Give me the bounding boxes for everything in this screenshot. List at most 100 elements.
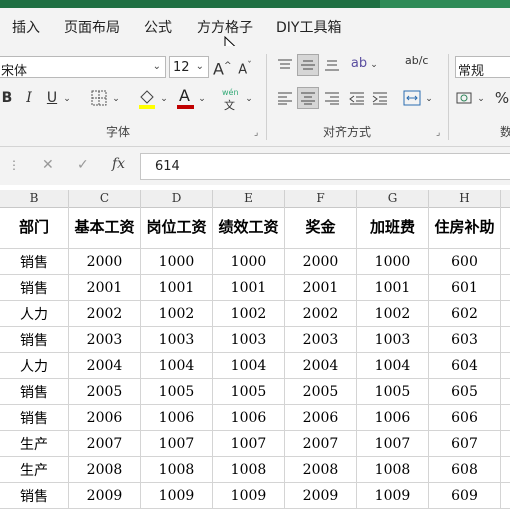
table-cell[interactable]: 2007 <box>285 431 357 457</box>
table-cell[interactable]: 1007 <box>213 431 285 457</box>
table-header-cell[interactable]: 绩效工资 <box>213 207 285 249</box>
chevron-down-icon[interactable]: ⌄ <box>424 89 434 109</box>
table-cell[interactable]: 2003 <box>285 327 357 353</box>
table-cell[interactable]: 1003 <box>141 327 213 353</box>
border-icon[interactable] <box>91 90 107 106</box>
table-cell[interactable]: 2003 <box>69 327 141 353</box>
table-cell[interactable]: 1005 <box>357 379 429 405</box>
chevron-down-icon[interactable]: ⌄ <box>244 89 254 109</box>
table-cell[interactable]: 1002 <box>357 301 429 327</box>
chevron-down-icon[interactable]: ⌄ <box>476 89 486 109</box>
table-cell[interactable]: 2004 <box>285 353 357 379</box>
table-cell[interactable]: 销售 <box>0 249 69 275</box>
wrap-text-button[interactable]: ab/c <box>404 54 428 76</box>
table-cell[interactable]: 销售 <box>0 275 69 301</box>
tab-ffcell[interactable]: 方方格子 <box>197 17 253 37</box>
formula-input[interactable]: 614 <box>140 153 510 180</box>
table-cell[interactable]: 生产 <box>0 431 69 457</box>
column-header-g[interactable]: G <box>357 190 429 207</box>
table-cell[interactable]: 2004 <box>69 353 141 379</box>
column-header-b[interactable]: B <box>0 190 69 207</box>
column-header-e[interactable]: E <box>213 190 285 207</box>
table-cell[interactable]: 2002 <box>285 301 357 327</box>
chevron-down-icon[interactable]: ⌄ <box>111 89 121 109</box>
chevron-down-icon[interactable]: ⌄ <box>369 55 379 75</box>
table-cell[interactable]: 销售 <box>0 379 69 405</box>
table-cell[interactable]: 2009 <box>285 483 357 509</box>
align-bottom-icon[interactable] <box>324 58 340 72</box>
empty-cell[interactable] <box>501 405 510 431</box>
table-cell[interactable]: 1008 <box>213 457 285 483</box>
empty-cell[interactable] <box>501 249 510 275</box>
number-format-select[interactable]: 常规 <box>455 56 510 79</box>
table-cell[interactable]: 1005 <box>213 379 285 405</box>
table-cell[interactable]: 608 <box>429 457 501 483</box>
insert-function-icon[interactable]: fx <box>112 156 125 172</box>
table-cell[interactable]: 2000 <box>285 249 357 275</box>
table-cell[interactable]: 2000 <box>69 249 141 275</box>
tab-diy-toolbox[interactable]: DIY工具箱 <box>276 17 341 37</box>
table-cell[interactable]: 1006 <box>141 405 213 431</box>
accounting-format-icon[interactable] <box>456 90 476 106</box>
grow-font-icon[interactable]: A^ <box>213 56 232 79</box>
table-cell[interactable]: 1007 <box>141 431 213 457</box>
tab-page-layout[interactable]: 页面布局 <box>64 17 120 37</box>
table-header-cell[interactable]: 基本工资 <box>69 207 141 249</box>
empty-cell[interactable] <box>501 301 510 327</box>
table-cell[interactable]: 1004 <box>357 353 429 379</box>
phonetic-guide-button[interactable]: wén 文 <box>222 88 244 112</box>
table-cell[interactable]: 1008 <box>357 457 429 483</box>
column-header-c[interactable]: C <box>69 190 141 207</box>
align-middle-button[interactable] <box>297 54 319 76</box>
shrink-font-icon[interactable]: Aˇ <box>236 56 254 80</box>
table-cell[interactable]: 2009 <box>69 483 141 509</box>
empty-cell[interactable] <box>501 457 510 483</box>
italic-button[interactable]: I <box>22 88 36 108</box>
percent-style-button[interactable]: % <box>494 88 510 108</box>
table-cell[interactable]: 1000 <box>213 249 285 275</box>
merge-center-icon[interactable] <box>403 90 421 106</box>
table-header-cell[interactable]: 岗位工资 <box>141 207 213 249</box>
share-button[interactable] <box>380 0 510 8</box>
table-cell[interactable]: 1009 <box>357 483 429 509</box>
underline-button[interactable]: U <box>44 88 60 108</box>
table-cell[interactable]: 1007 <box>357 431 429 457</box>
table-header-cell[interactable]: 加班费 <box>357 207 429 249</box>
table-cell[interactable]: 1008 <box>141 457 213 483</box>
table-cell[interactable]: 1004 <box>213 353 285 379</box>
table-cell[interactable]: 1000 <box>357 249 429 275</box>
table-cell[interactable]: 2005 <box>69 379 141 405</box>
table-cell[interactable]: 606 <box>429 405 501 431</box>
table-cell[interactable]: 1004 <box>141 353 213 379</box>
column-header-h[interactable]: H <box>429 190 501 207</box>
empty-cell[interactable] <box>501 275 510 301</box>
table-header-cell[interactable]: 部门 <box>0 207 69 249</box>
table-cell[interactable]: 1001 <box>213 275 285 301</box>
chevron-down-icon[interactable]: ⌄ <box>197 89 207 109</box>
table-cell[interactable]: 人力 <box>0 353 69 379</box>
table-cell[interactable]: 1009 <box>213 483 285 509</box>
table-cell[interactable]: 销售 <box>0 327 69 353</box>
table-cell[interactable]: 2006 <box>285 405 357 431</box>
column-header-d[interactable]: D <box>141 190 213 207</box>
table-header-cell[interactable]: 奖金 <box>285 207 357 249</box>
table-cell[interactable]: 1009 <box>141 483 213 509</box>
empty-cell[interactable] <box>501 379 510 405</box>
alignment-dialog-launcher-icon[interactable]: ⌟ <box>436 128 440 138</box>
table-cell[interactable]: 604 <box>429 353 501 379</box>
table-cell[interactable]: 销售 <box>0 483 69 509</box>
font-size-select[interactable]: 12 ⌄ <box>169 56 209 78</box>
table-cell[interactable]: 1001 <box>141 275 213 301</box>
table-cell[interactable]: 生产 <box>0 457 69 483</box>
table-cell[interactable]: 2008 <box>285 457 357 483</box>
cancel-icon[interactable]: ✕ <box>42 157 54 173</box>
table-cell[interactable]: 1006 <box>213 405 285 431</box>
empty-cell[interactable] <box>501 207 510 249</box>
bold-button[interactable]: B <box>0 88 14 108</box>
font-color-button[interactable]: A <box>176 86 196 110</box>
decrease-indent-icon[interactable] <box>349 91 365 105</box>
table-cell[interactable]: 1006 <box>357 405 429 431</box>
enter-icon[interactable]: ✓ <box>77 157 89 173</box>
font-dialog-launcher-icon[interactable]: ⌟ <box>254 128 258 138</box>
table-cell[interactable]: 605 <box>429 379 501 405</box>
